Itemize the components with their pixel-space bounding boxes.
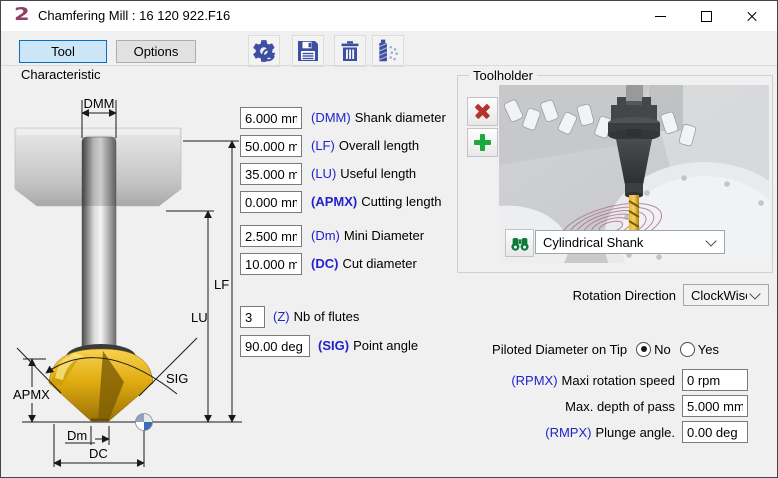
trash-icon <box>338 39 362 63</box>
maximize-icon <box>701 11 712 22</box>
minimize-button[interactable] <box>637 1 683 31</box>
param-label-lu: Useful length <box>340 166 416 181</box>
flutes-input[interactable] <box>240 306 265 328</box>
maxi-rotation-speed-row: (RPMX) Maxi rotation speed <box>301 369 748 391</box>
tab-options[interactable]: Options <box>116 40 196 63</box>
shank-type-select[interactable]: Cylindrical Shank <box>535 230 725 254</box>
param-code-lf: (LF) <box>311 138 335 153</box>
save-icon <box>296 39 320 63</box>
field-row-flutes: (Z) Nb of flutes <box>240 306 359 328</box>
characteristic-group-label: Characteristic <box>17 67 104 82</box>
piloted-diameter-label: Piloted Diameter on Tip <box>301 342 627 357</box>
origin-marker <box>136 414 153 431</box>
max-depth-of-pass-input[interactable] <box>682 395 748 417</box>
tool-diagram: DMM LF LU SIG APMX Dm DC <box>9 86 249 474</box>
piloted-diameter-row: Piloted Diameter on Tip No Yes <box>301 338 719 360</box>
param-label-dmm: Shank diameter <box>355 110 446 125</box>
svg-text:LF: LF <box>214 277 229 292</box>
remove-icon <box>474 103 491 120</box>
param-code-rpmx: (RPMX) <box>511 373 557 388</box>
param-code-z: (Z) <box>273 309 290 324</box>
rotation-direction-select[interactable]: ClockWise <box>683 284 769 306</box>
field-row-cut-diameter: (DC) Cut diameter <box>240 253 417 275</box>
param-code-rmpx: (RMPX) <box>545 425 591 440</box>
param-label-dc: Cut diameter <box>342 256 416 271</box>
toolbar-separator <box>1 65 777 66</box>
binoculars-icon <box>509 232 531 254</box>
close-button[interactable] <box>729 1 775 31</box>
param-code-dm: (Dm) <box>311 228 340 243</box>
max-depth-of-pass-label: Max. depth of pass <box>565 399 675 414</box>
remove-toolholder-button[interactable] <box>467 97 498 126</box>
update-button[interactable] <box>248 35 280 67</box>
param-code-dc: (DC) <box>311 256 338 271</box>
plunge-angle-row: (RMPX) Plunge angle. <box>301 421 748 443</box>
plunge-angle-label: Plunge angle. <box>595 425 675 440</box>
window-title: Chamfering Mill : 16 120 922.F16 <box>38 8 230 23</box>
title-bar[interactable]: 2 Chamfering Mill : 16 120 922.F16 <box>1 1 777 31</box>
piloted-yes-label: Yes <box>698 342 719 357</box>
close-icon <box>746 10 758 22</box>
maxi-rotation-speed-label: Maxi rotation speed <box>562 373 675 388</box>
mini-diameter-input[interactable] <box>240 225 302 247</box>
overall-length-input[interactable] <box>240 135 302 157</box>
tool-shank-shape <box>82 137 116 353</box>
param-label-z: Nb of flutes <box>294 309 360 324</box>
field-row-shank-diameter: (DMM) Shank diameter <box>240 107 446 129</box>
cutting-length-input[interactable] <box>240 191 302 213</box>
toolholder-group-label: Toolholder <box>469 68 537 83</box>
rotation-direction-label: Rotation Direction <box>301 288 683 303</box>
tool-editor-window: 2 Chamfering Mill : 16 120 922.F16 Tool … <box>0 0 778 478</box>
svg-text:APMX: APMX <box>13 387 50 402</box>
shank-diameter-input[interactable] <box>240 107 302 129</box>
minimize-icon <box>655 16 666 17</box>
param-label-dm: Mini Diameter <box>344 228 424 243</box>
field-row-overall-length: (LF) Overall length <box>240 135 419 157</box>
max-depth-of-pass-row: Max. depth of pass <box>301 395 748 417</box>
svg-text:DMM: DMM <box>83 96 114 111</box>
add-icon <box>474 134 491 151</box>
search-toolholder-button[interactable] <box>505 229 534 257</box>
maxi-rotation-speed-input[interactable] <box>682 369 748 391</box>
add-toolholder-button[interactable] <box>467 128 498 157</box>
app-logo: 2 <box>14 4 30 25</box>
piloted-yes-radio[interactable] <box>680 342 695 357</box>
svg-text:SIG: SIG <box>166 371 188 386</box>
point-angle-input[interactable] <box>240 335 310 357</box>
rotation-direction-row: Rotation Direction <box>301 284 683 306</box>
window-controls <box>637 1 775 31</box>
svg-text:DC: DC <box>89 446 108 461</box>
param-code-apmx: (APMX) <box>311 194 357 209</box>
field-row-mini-diameter: (Dm) Mini Diameter <box>240 225 424 247</box>
radio-dot <box>641 346 647 352</box>
svg-text:Dm: Dm <box>67 428 87 443</box>
shank-type-value: Cylindrical Shank <box>536 235 703 250</box>
param-code-dmm: (DMM) <box>311 110 351 125</box>
param-label-apmx: Cutting length <box>361 194 441 209</box>
svg-text:LU: LU <box>191 310 208 325</box>
param-code-lu: (LU) <box>311 166 336 181</box>
cutting-data-icon <box>375 38 401 64</box>
useful-length-input[interactable] <box>240 163 302 185</box>
chevron-down-icon <box>749 288 760 299</box>
chevron-down-icon <box>705 235 716 246</box>
cutting-data-button[interactable] <box>372 35 404 67</box>
param-label-lf: Overall length <box>339 138 419 153</box>
tab-tool[interactable]: Tool <box>19 40 107 63</box>
field-row-useful-length: (LU) Useful length <box>240 163 416 185</box>
piloted-no-label: No <box>654 342 671 357</box>
piloted-no-radio[interactable] <box>636 342 651 357</box>
plunge-angle-input[interactable] <box>682 421 748 443</box>
gear-refresh-icon <box>251 38 277 64</box>
field-row-cutting-length: (APMX) Cutting length <box>240 191 441 213</box>
maximize-button[interactable] <box>683 1 729 31</box>
cut-diameter-input[interactable] <box>240 253 302 275</box>
chamfer-tip-shape <box>49 344 153 421</box>
delete-button[interactable] <box>334 35 366 67</box>
rotation-direction-value: ClockWise <box>684 288 747 303</box>
save-button[interactable] <box>292 35 324 67</box>
